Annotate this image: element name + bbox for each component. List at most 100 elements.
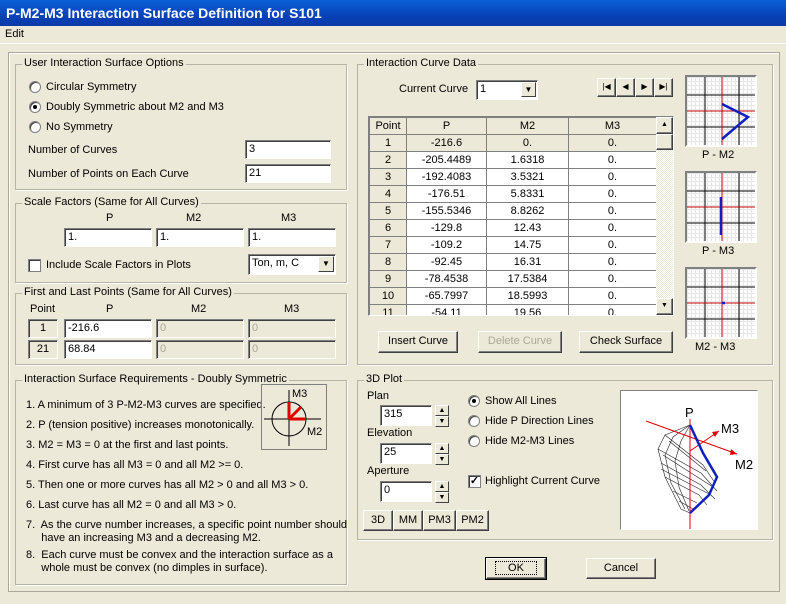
cell-m3[interactable]: 0. — [568, 304, 657, 315]
p-m3-plot-label: P - M3 — [702, 245, 735, 257]
cell-m2[interactable]: 8.8262 — [486, 202, 569, 220]
aperture-spinner[interactable]: ▲ ▼ — [435, 481, 449, 503]
radio-show-all-lines[interactable] — [468, 395, 480, 407]
num-points-input[interactable]: 21 — [245, 164, 331, 183]
radio-hide-m2m3-lines[interactable] — [468, 435, 480, 447]
cell-m2[interactable]: 17.5384 — [486, 270, 569, 288]
cell-p[interactable]: -78.4538 — [406, 270, 487, 288]
aperture-input[interactable]: 0 — [380, 481, 432, 502]
cell-p[interactable]: -205.4489 — [406, 151, 487, 169]
view-pm3-button[interactable]: PM3 — [423, 510, 456, 531]
col-header-point: Point — [369, 117, 407, 135]
cell-m2[interactable]: 19.56 — [486, 304, 569, 315]
prev-curve-button[interactable]: ◀ — [616, 78, 635, 97]
first-curve-button[interactable]: |◀ — [597, 78, 616, 97]
view-pm2-button[interactable]: PM2 — [456, 510, 489, 531]
cell-p[interactable]: -192.4083 — [406, 168, 487, 186]
cell-m2[interactable]: 3.5321 — [486, 168, 569, 186]
table-scrollbar[interactable]: ▲ ▼ — [656, 117, 673, 315]
table-row[interactable]: 5 -155.5346 8.8262 0. — [369, 202, 657, 220]
cell-m2[interactable]: 0. — [486, 134, 569, 152]
requirement-4: 4. First curve has all M3 = 0 and all M2… — [26, 459, 244, 471]
cell-m3[interactable]: 0. — [568, 253, 657, 271]
cell-m3[interactable]: 0. — [568, 270, 657, 288]
view-3d-button[interactable]: 3D — [363, 510, 393, 531]
units-dropdown[interactable]: Ton, m, C ▼ — [248, 254, 336, 275]
check-surface-button[interactable]: Check Surface — [579, 331, 673, 353]
cell-m3[interactable]: 0. — [568, 287, 657, 305]
scroll-up-button[interactable]: ▲ — [656, 117, 673, 134]
cell-p[interactable]: -129.8 — [406, 219, 487, 237]
cell-p[interactable]: -65.7997 — [406, 287, 487, 305]
cell-m2[interactable]: 18.5993 — [486, 287, 569, 305]
table-row[interactable]: 3 -192.4083 3.5321 0. — [369, 168, 657, 186]
cell-m3[interactable]: 0. — [568, 219, 657, 237]
cell-point: 2 — [369, 151, 407, 169]
cell-p[interactable]: -155.5346 — [406, 202, 487, 220]
cell-point: 8 — [369, 253, 407, 271]
cell-m2[interactable]: 16.31 — [486, 253, 569, 271]
cell-p[interactable]: -176.51 — [406, 185, 487, 203]
plan-spinner[interactable]: ▲ ▼ — [435, 405, 449, 427]
table-row[interactable]: 2 -205.4489 1.6318 0. — [369, 151, 657, 169]
radio-none[interactable] — [29, 121, 41, 133]
cell-m2[interactable]: 1.6318 — [486, 151, 569, 169]
table-row[interactable]: 11 -54.11 19.56 0. — [369, 304, 657, 315]
radio-doubly[interactable] — [29, 101, 41, 113]
curve-data-legend: Interaction Curve Data — [364, 57, 479, 69]
insert-curve-button[interactable]: Insert Curve — [378, 331, 458, 353]
scale-p-input[interactable]: 1. — [64, 228, 152, 247]
cell-p[interactable]: -216.6 — [406, 134, 487, 152]
cell-p[interactable]: -92.45 — [406, 253, 487, 271]
plot3d-group: 3D Plot Plan 315 ▲ ▼ Elevation 25 ▲ ▼ Aper… — [357, 373, 773, 540]
scale-m3-input[interactable]: 1. — [248, 228, 336, 247]
table-row[interactable]: 6 -129.8 12.43 0. — [369, 219, 657, 237]
cell-m3[interactable]: 0. — [568, 151, 657, 169]
cell-m3[interactable]: 0. — [568, 168, 657, 186]
chevron-down-icon[interactable]: ▼ — [521, 82, 536, 97]
cell-m2[interactable]: 12.43 — [486, 219, 569, 237]
elevation-spinner[interactable]: ▲ ▼ — [435, 443, 449, 465]
cancel-button[interactable]: Cancel — [586, 558, 656, 579]
cell-p[interactable]: -54.11 — [406, 304, 487, 315]
num-curves-input[interactable]: 3 — [245, 140, 331, 159]
cell-p[interactable]: -109.2 — [406, 236, 487, 254]
include-scale-checkbox[interactable] — [28, 259, 41, 272]
axis-m2-label: M2 — [735, 457, 753, 472]
last-point-p-input[interactable]: 68.84 — [64, 340, 152, 359]
table-row[interactable]: 8 -92.45 16.31 0. — [369, 253, 657, 271]
table-row[interactable]: 7 -109.2 14.75 0. — [369, 236, 657, 254]
table-row[interactable]: 4 -176.51 5.8331 0. — [369, 185, 657, 203]
delete-curve-button: Delete Curve — [478, 331, 562, 353]
cell-m2[interactable]: 14.75 — [486, 236, 569, 254]
menu-edit[interactable]: Edit — [5, 28, 24, 40]
current-curve-dropdown[interactable]: 1 ▼ — [476, 80, 538, 100]
cell-m2[interactable]: 5.8331 — [486, 185, 569, 203]
radio-hide-p-lines[interactable] — [468, 415, 480, 427]
ok-button[interactable]: OK — [485, 557, 547, 580]
chevron-down-icon[interactable]: ▼ — [318, 256, 334, 272]
table-row[interactable]: 1 -216.6 0. 0. — [369, 134, 657, 152]
scroll-thumb[interactable] — [656, 134, 673, 150]
scale-m2-input[interactable]: 1. — [156, 228, 244, 247]
last-curve-button[interactable]: ▶| — [654, 78, 673, 97]
elevation-input[interactable]: 25 — [380, 443, 432, 464]
scroll-down-button[interactable]: ▼ — [656, 298, 673, 315]
table-row[interactable]: 10 -65.7997 18.5993 0. — [369, 287, 657, 305]
cell-m3[interactable]: 0. — [568, 236, 657, 254]
radio-circular[interactable] — [29, 81, 41, 93]
highlight-curve-checkbox[interactable]: ✓ — [468, 475, 481, 488]
plot3d-legend: 3D Plot — [364, 373, 405, 385]
cell-m3[interactable]: 0. — [568, 202, 657, 220]
table-row[interactable]: 9 -78.4538 17.5384 0. — [369, 270, 657, 288]
last-point-m2-input: 0 — [156, 340, 244, 359]
plan-input[interactable]: 315 — [380, 405, 432, 426]
title-bar: P-M2-M3 Interaction Surface Definition f… — [0, 0, 786, 26]
next-curve-button[interactable]: ▶ — [635, 78, 654, 97]
cell-m3[interactable]: 0. — [568, 185, 657, 203]
m2-m3-plot — [685, 267, 757, 339]
view-mm-button[interactable]: MM — [393, 510, 423, 531]
curve-data-table[interactable]: Point P M2 M3 1 -216.6 0. 0. 2 -205.4489 1.631… — [368, 116, 674, 316]
cell-m3[interactable]: 0. — [568, 134, 657, 152]
first-point-p-input[interactable]: -216.6 — [64, 319, 152, 338]
